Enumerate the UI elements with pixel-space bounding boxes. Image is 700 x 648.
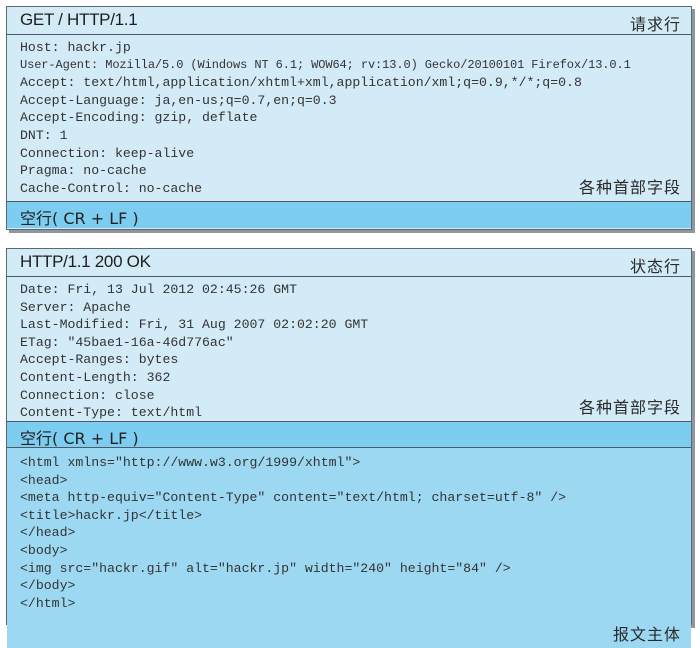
header-line: DNT: 1 [20, 127, 68, 143]
header-line: Last-Modified: Fri, 31 Aug 2007 02:02:20… [20, 317, 369, 333]
header-line: Connection: keep-alive [20, 145, 195, 161]
status-line-label: 状态行 [629, 257, 681, 276]
message-body-label: 报文主体 [612, 625, 681, 644]
response-headers-label: 各种首部字段 [578, 398, 681, 417]
body-line: <body> [20, 542, 68, 558]
header-line: Date: Fri, 13 Jul 2012 02:45:26 GMT [20, 282, 297, 297]
request-line-label: 请求行 [629, 15, 681, 34]
header-line: Content-Length: 362 [20, 369, 171, 385]
request-headers-label: 各种首部字段 [578, 178, 681, 197]
response-blank-line: 空行( CR + LF ) [7, 422, 691, 448]
body-line: </head> [20, 525, 76, 541]
header-line: Accept: text/html,application/xhtml+xml,… [20, 75, 582, 91]
request-blank-line: 空行( CR + LF ) [7, 202, 691, 228]
header-line: Accept-Language: ja,en-us;q=0.7,en;q=0.3 [20, 92, 337, 108]
body-line: <meta http-equiv="Content-Type" content=… [20, 490, 567, 506]
request-line-section: GET / HTTP/1.1 请求行 [7, 7, 691, 35]
body-line: </html> [20, 595, 76, 611]
http-request-message: GET / HTTP/1.1 请求行 Host: hackr.jp User-A… [6, 6, 692, 230]
header-line: Accept-Encoding: gzip, deflate [20, 110, 258, 126]
body-line: </body> [20, 578, 76, 594]
body-line: <head> [20, 472, 68, 488]
response-headers-section: Date: Fri, 13 Jul 2012 02:45:26 GMT Serv… [7, 277, 691, 422]
header-line: Host: hackr.jp [20, 40, 131, 55]
body-line: <title>hackr.jp</title> [20, 507, 203, 523]
header-line: User-Agent: Mozilla/5.0 (Windows NT 6.1;… [20, 57, 631, 72]
status-line: HTTP/1.1 200 OK [20, 252, 151, 271]
http-response-message: HTTP/1.1 200 OK 状态行 Date: Fri, 13 Jul 20… [6, 248, 692, 648]
body-line: <img src="hackr.gif" alt="hackr.jp" widt… [20, 560, 511, 576]
body-line: <html xmlns="http://www.w3.org/1999/xhtm… [20, 455, 361, 470]
blank-line-label: 空行( CR + LF ) [20, 429, 139, 448]
status-line-section: HTTP/1.1 200 OK 状态行 [7, 249, 691, 277]
header-line: ETag: "45bae1-16a-46d776ac" [20, 334, 234, 350]
request-line: GET / HTTP/1.1 [20, 10, 138, 29]
request-headers-section: Host: hackr.jp User-Agent: Mozilla/5.0 (… [7, 35, 691, 202]
header-line: Accept-Ranges: bytes [20, 352, 179, 368]
message-body-section: <html xmlns="http://www.w3.org/1999/xhtm… [7, 448, 691, 648]
header-line: Server: Apache [20, 299, 131, 315]
blank-line-label: 空行( CR + LF ) [20, 209, 139, 228]
